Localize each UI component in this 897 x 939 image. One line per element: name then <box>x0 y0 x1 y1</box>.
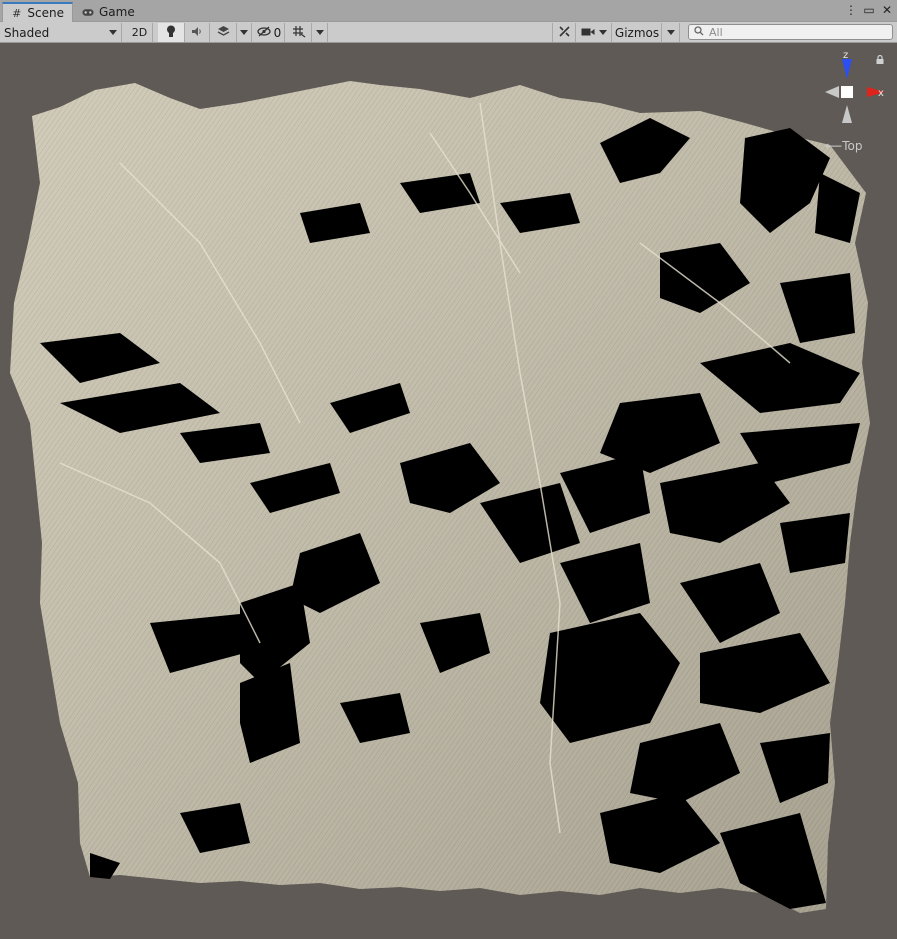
chevron-down-icon <box>240 30 248 35</box>
view-label-text: Top <box>842 139 863 153</box>
grid-snap-icon <box>292 25 306 41</box>
camera-icon <box>581 26 595 40</box>
lightbulb-icon <box>166 25 176 41</box>
hierarchy-search-input[interactable]: All <box>688 24 893 40</box>
gamepad-icon <box>82 6 94 18</box>
search-icon <box>694 25 704 39</box>
view-cube <box>841 86 853 98</box>
gizmos-label: Gizmos <box>614 25 660 40</box>
tab-game-label: Game <box>99 5 135 19</box>
effects-dropdown[interactable] <box>237 23 252 42</box>
axis-x-label: x <box>878 88 884 99</box>
draw-mode-label: Shaded <box>4 25 50 40</box>
layers-icon <box>217 25 230 40</box>
axis-z-label: z <box>843 50 848 61</box>
grid-icon: # <box>12 6 22 20</box>
tab-scene-label: Scene <box>27 6 64 20</box>
lock-icon[interactable] <box>876 54 884 67</box>
scene-visibility-toggle[interactable]: 0 <box>254 23 285 42</box>
chevron-down-icon <box>666 30 675 35</box>
eye-hidden-icon <box>257 26 271 40</box>
audio-toggle[interactable] <box>185 23 210 42</box>
chevron-down-icon <box>109 30 117 35</box>
toggle-2d-button[interactable]: 2D <box>127 23 153 42</box>
camera-settings-button[interactable] <box>577 23 612 42</box>
tab-game[interactable]: Game <box>74 2 143 22</box>
search-placeholder: All <box>709 25 723 39</box>
chevron-down-icon <box>599 30 607 35</box>
terrain-mesh <box>10 81 870 913</box>
hidden-count: 0 <box>273 25 282 40</box>
scene-toolbar: Shaded 2D 0 Gizmos All <box>0 22 897 43</box>
toggle-2d-label: 2D <box>131 26 148 39</box>
tools-button[interactable] <box>552 23 576 42</box>
tab-scene[interactable]: # Scene <box>2 2 73 22</box>
tools-icon <box>558 25 571 41</box>
close-icon[interactable]: ✕ <box>881 3 893 18</box>
lighting-toggle[interactable] <box>158 23 185 42</box>
window-tab-bar: # Scene Game ⋮ ▭ ✕ <box>0 0 897 22</box>
axis-neg-z-arrow <box>842 105 852 123</box>
grid-toggle[interactable] <box>286 23 312 42</box>
axis-neg-x-arrow <box>825 86 839 98</box>
chevron-down-icon <box>315 30 324 35</box>
more-icon[interactable]: ⋮ <box>845 3 857 18</box>
speaker-icon <box>191 26 203 40</box>
scene-viewport[interactable]: z x ⟵Top <box>0 43 897 939</box>
maximize-icon[interactable]: ▭ <box>863 3 875 18</box>
gizmos-button[interactable]: Gizmos <box>613 23 662 42</box>
grid-dropdown[interactable] <box>312 23 328 42</box>
effects-toggle[interactable] <box>210 23 237 42</box>
draw-mode-dropdown[interactable]: Shaded <box>0 23 122 42</box>
gizmos-dropdown[interactable] <box>662 23 680 42</box>
view-orientation-label[interactable]: ⟵Top <box>825 139 862 153</box>
axis-z-arrow <box>842 59 852 79</box>
